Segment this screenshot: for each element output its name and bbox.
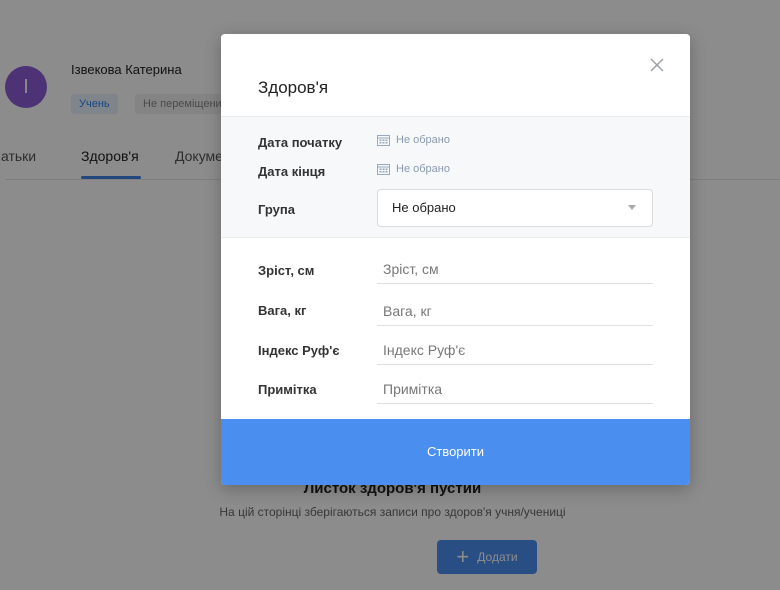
weight-input[interactable] — [377, 296, 653, 326]
modal-header: Здоров'я — [221, 34, 690, 116]
calendar-icon — [377, 135, 390, 146]
calendar-icon — [377, 164, 390, 175]
ruffier-index-input[interactable] — [377, 335, 653, 365]
start-date-label: Дата початку — [258, 135, 343, 150]
weight-label: Вага, кг — [258, 303, 307, 318]
end-date-label: Дата кінця — [258, 164, 326, 179]
group-select-value: Не обрано — [392, 200, 456, 215]
modal-title: Здоров'я — [258, 78, 329, 97]
height-input[interactable] — [377, 254, 653, 284]
chevron-down-icon — [628, 205, 636, 210]
group-select[interactable]: Не обрано — [377, 189, 653, 227]
group-label: Група — [258, 202, 295, 217]
start-date-picker[interactable]: Не обрано — [377, 134, 450, 146]
start-date-value: Не обрано — [396, 134, 450, 146]
create-button[interactable]: Створити — [221, 419, 690, 485]
ruffier-index-label: Індекс Руф'є — [258, 343, 340, 358]
close-icon[interactable] — [648, 56, 666, 74]
end-date-picker[interactable]: Не обрано — [377, 163, 450, 175]
end-date-value: Не обрано — [396, 163, 450, 175]
health-modal: Здоров'я Дата початку Не обрано Дата кін… — [221, 34, 690, 485]
height-label: Зріст, см — [258, 263, 315, 278]
note-input[interactable] — [377, 374, 653, 404]
note-label: Примітка — [258, 382, 317, 397]
